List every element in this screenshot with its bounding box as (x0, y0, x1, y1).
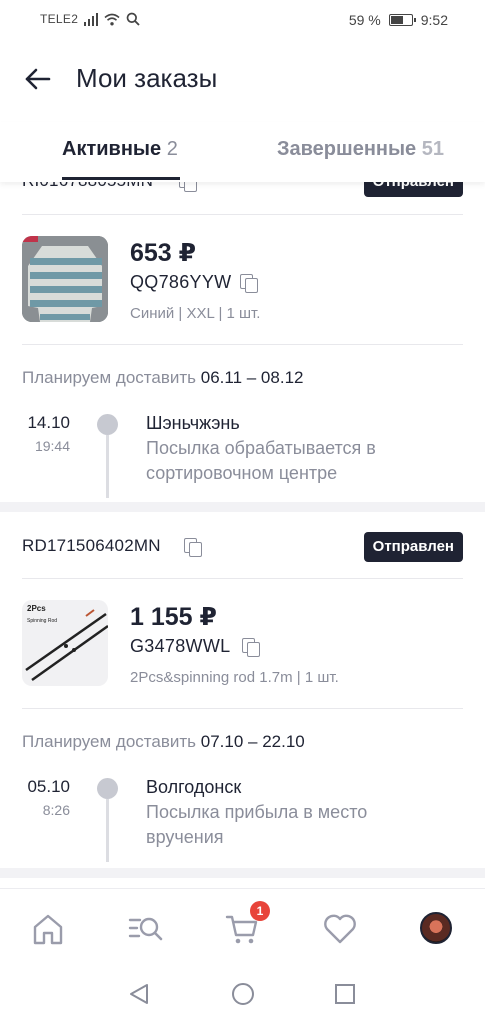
plan-label: Планируем доставить (22, 368, 197, 387)
plan-dates: 06.11 – 08.12 (200, 368, 304, 387)
arrow-left-icon[interactable] (22, 63, 54, 95)
timeline-line (106, 435, 109, 498)
event-time: 8:26 (42, 802, 70, 818)
delivery-plan: Планируем доставить 06.11 – 08.12 (22, 368, 303, 388)
tab-count: 51 (421, 138, 444, 160)
home-circle-icon[interactable] (231, 982, 255, 1006)
event-city: Волгодонск (146, 777, 242, 797)
event-time: 19:44 (34, 438, 70, 454)
timeline-line (106, 799, 109, 862)
order-variant: Синий | XXL | 1 шт. (130, 305, 261, 322)
signal-icon (84, 12, 99, 26)
search-status-icon (126, 12, 140, 26)
battery-icon (388, 14, 416, 26)
product-image[interactable]: 2Pcs Spinning Rod (22, 600, 108, 686)
order-price: 653 ₽ (130, 239, 197, 267)
order-separator (0, 868, 485, 878)
status-bar: TELE2 59 % 9:52 (0, 0, 485, 40)
event-date: 14.10 (27, 413, 70, 432)
copy-icon[interactable] (240, 274, 260, 294)
page-title: Мои заказы (76, 63, 218, 93)
copy-icon[interactable] (184, 538, 204, 558)
divider (22, 344, 463, 345)
order-price: 1 155 ₽ (130, 603, 217, 631)
copy-icon[interactable] (242, 638, 262, 658)
order-sku: QQ786YYW (130, 272, 232, 292)
system-nav-bar (0, 968, 485, 1024)
tab-active[interactable]: Активные 2 (62, 138, 178, 161)
timeline-dot (97, 414, 118, 435)
order-header: RD171506402MN Отправлен (22, 532, 463, 562)
event-city: Шэньчжэнь (146, 413, 240, 433)
recents-square-icon[interactable] (334, 983, 356, 1005)
heart-icon[interactable] (322, 911, 358, 947)
tab-label: Активные (62, 138, 162, 160)
bottom-nav: 1 (0, 888, 485, 968)
status-badge: Отправлен (363, 532, 463, 562)
event-status: Посылка обрабатывается в сортировочном ц… (146, 438, 376, 483)
back-triangle-icon[interactable] (128, 982, 150, 1006)
event-date: 05.10 (27, 777, 70, 796)
order-separator (0, 502, 485, 512)
orders-list[interactable]: RI016788055MN Отправлен 653 ₽ QQ786 (0, 150, 485, 888)
divider (22, 578, 463, 579)
tab-count: 2 (166, 138, 178, 160)
tracking-number[interactable]: RD171506402MN (22, 536, 161, 556)
tab-label: Завершенные (277, 138, 417, 160)
order-sku: G3478WWL (130, 636, 231, 656)
order-tabs: Активные 2 Завершенные 51 (0, 122, 485, 182)
app-header: Мои заказы (0, 55, 485, 105)
profile-avatar[interactable] (420, 912, 452, 944)
cart-icon[interactable]: 1 (224, 901, 270, 947)
tab-indicator (62, 177, 180, 180)
home-icon[interactable] (30, 911, 66, 947)
order-variant: 2Pcs&spinning rod 1.7m | 1 шт. (130, 669, 339, 686)
timeline-dot (97, 778, 118, 799)
cart-count-badge: 1 (250, 901, 270, 921)
plan-label: Планируем доставить (22, 732, 197, 751)
product-image[interactable] (22, 236, 108, 322)
tab-completed[interactable]: Завершенные 51 (277, 138, 444, 161)
catalog-search-icon[interactable] (128, 911, 164, 947)
divider (22, 708, 463, 709)
clock: 9:52 (420, 12, 448, 28)
wifi-icon (104, 13, 120, 25)
battery-percent: 59 % (348, 12, 381, 28)
order-card: RD171506402MN Отправлен 2Pcs Spinning Ro… (0, 512, 485, 868)
thumb-label-1: 2Pcs (27, 604, 46, 613)
delivery-plan: Планируем доставить 07.10 – 22.10 (22, 732, 305, 752)
divider (22, 214, 463, 215)
sweater-image (22, 236, 108, 322)
plan-dates: 07.10 – 22.10 (200, 732, 305, 751)
event-status: Посылка прибыла в место вручения (146, 802, 368, 847)
thumb-label-2: Spinning Rod (27, 618, 57, 624)
spinning-rod-image: 2Pcs Spinning Rod (22, 600, 108, 686)
order-card: RI016788055MN Отправлен 653 ₽ QQ786 (0, 150, 485, 502)
carrier-label: TELE2 (40, 12, 79, 26)
